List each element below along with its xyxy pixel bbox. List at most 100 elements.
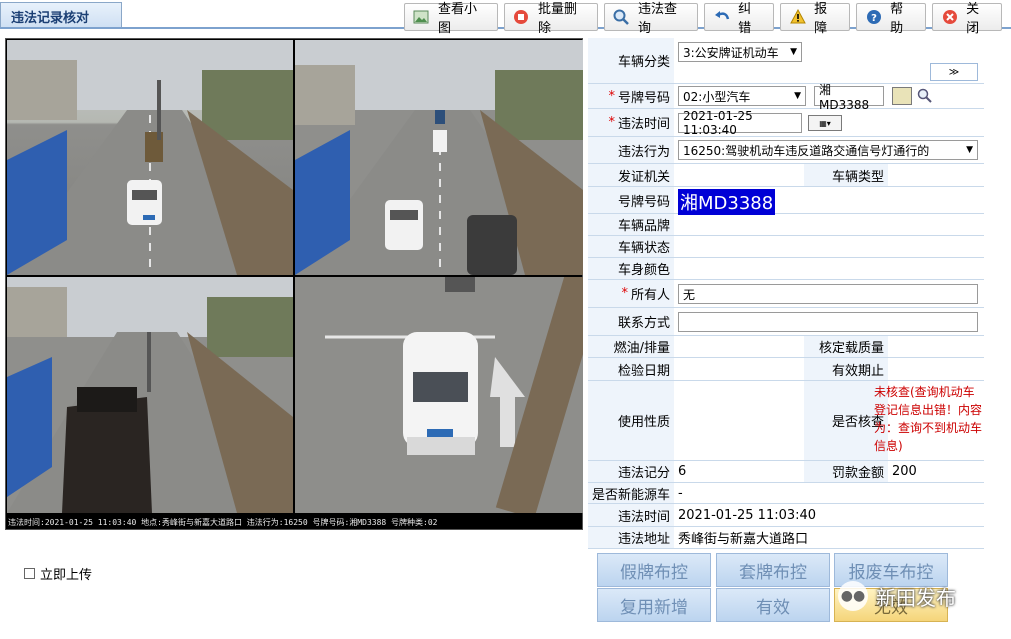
view-thumbnails-label: 查看小图 [437, 2, 477, 36]
row-violation-act: 违法行为 16250:驾驶机动车违反道路交通信号灯通行的 ▼ [588, 137, 984, 164]
label-violation-time-2: 违法时间 [588, 504, 674, 526]
road-scene-3 [7, 277, 293, 513]
upload-now-checkbox[interactable]: 立即上传 [24, 564, 92, 583]
violation-query-button[interactable]: 违法查询 [604, 2, 698, 36]
checkbox-box[interactable] [24, 568, 35, 579]
row-inspection: 检验日期 有效期止 [588, 358, 984, 381]
chevron-down-icon: ▼ [794, 91, 801, 101]
row-status: 车辆状态 [588, 236, 984, 258]
view-thumbnails-button[interactable]: 查看小图 [404, 2, 498, 36]
fake-plate-button[interactable]: 假牌布控 [597, 553, 711, 587]
image-icon [413, 8, 430, 26]
chevron-down-icon: ▼ [966, 145, 973, 155]
batch-delete-button[interactable]: 批量删除 [504, 2, 598, 36]
contact-input[interactable] [678, 312, 978, 332]
plate-number-input[interactable]: 湘MD3388 [814, 83, 884, 112]
search-icon[interactable] [917, 88, 933, 108]
stop-icon [513, 8, 530, 26]
label-fuel: 燃油/排量 [588, 336, 674, 357]
close-icon [941, 8, 958, 26]
cloned-plate-button[interactable]: 套牌布控 [716, 553, 830, 587]
label-body-color: 车身颜色 [588, 258, 674, 279]
row-violation-time-2: 违法时间 2021-01-25 11:03:40 [588, 504, 984, 527]
correction-button[interactable]: 纠错 [704, 2, 774, 36]
row-fuel: 燃油/排量 核定载质量 [588, 336, 984, 358]
road-scene-1 [7, 40, 293, 275]
label-fine: 罚款金额 [804, 461, 888, 482]
label-new-energy: 是否新能源车 [588, 483, 674, 503]
row-contact: 联系方式 [588, 308, 984, 336]
close-button[interactable]: 关闭 [932, 2, 1002, 36]
label-plate-display: 号牌号码 [588, 187, 674, 213]
owner-input[interactable]: 无 [678, 284, 978, 304]
batch-delete-label: 批量删除 [537, 2, 577, 36]
correction-label: 纠错 [738, 2, 752, 36]
violation-photo[interactable]: 违法时间:2021-01-25 11:03:40 地点:秀峰街与新嘉大道路口 违… [5, 38, 583, 530]
row-authority: 发证机关 车辆类型 [588, 164, 984, 187]
camera-frame-3 [7, 277, 293, 513]
row-plate-display: 号牌号码 湘MD3388 [588, 187, 984, 215]
label-violation-time: * 违法时间 [588, 109, 674, 136]
close-label: 关闭 [966, 2, 980, 36]
help-button[interactable]: ? 帮助 [856, 2, 926, 36]
magnifier-icon [613, 8, 630, 26]
tab-violation-record-check[interactable]: 违法记录核对 [0, 2, 122, 27]
row-plate-number: * 号牌号码 02:小型汽车 ▼ 湘MD3388 [588, 83, 984, 112]
help-icon: ? [865, 8, 882, 26]
undo-icon [713, 8, 730, 26]
row-brand: 车辆品牌 [588, 214, 984, 236]
row-vehicle-category: 车辆分类 3:公安牌证机动车 ▼ ≫ [588, 38, 984, 84]
verified-status: 未核查(查询机动车登记信息出错！内容为：查询不到机动车信息) [874, 385, 983, 453]
label-brand: 车辆品牌 [588, 214, 674, 235]
row-points: 违法记分 6 罚款金额 200 [588, 461, 984, 483]
expand-button[interactable]: ≫ [930, 63, 978, 81]
row-owner: * 所有人 无 [588, 280, 984, 308]
address-value: 秀峰街与新嘉大道路口 [678, 532, 809, 547]
violation-time-input[interactable]: 2021-01-25 11:03:40 [678, 109, 802, 137]
reuse-add-button[interactable]: 复用新增 [597, 588, 711, 622]
help-label: 帮助 [890, 2, 904, 36]
label-valid-until: 有效期止 [804, 358, 888, 380]
fine-value: 200 [892, 464, 917, 479]
label-owner: * 所有人 [588, 280, 674, 307]
calendar-icon[interactable]: ▦▾ [808, 115, 842, 131]
label-status: 车辆状态 [588, 236, 674, 257]
label-address: 违法地址 [588, 527, 674, 548]
row-new-energy: 是否新能源车 - [588, 483, 984, 504]
report-fault-button[interactable]: 报障 [780, 2, 850, 36]
watermark-text: 新田发布 [876, 585, 956, 610]
label-issuing-authority: 发证机关 [588, 164, 674, 186]
plate-display-value: 湘MD3388 [678, 189, 776, 215]
upload-now-label: 立即上传 [40, 568, 93, 583]
label-rated-load: 核定载质量 [804, 336, 888, 357]
label-vehicle-type: 车辆类型 [804, 164, 888, 186]
camera-info-bar: 违法时间:2021-01-25 11:03:40 地点:秀峰街与新嘉大道路口 违… [6, 513, 582, 529]
label-plate-number: * 号牌号码 [588, 84, 674, 108]
svg-text:?: ? [871, 13, 877, 24]
label-vehicle-category: 车辆分类 [588, 38, 674, 83]
row-violation-time: * 违法时间 2021-01-25 11:03:40 ▦▾ [588, 109, 984, 137]
road-scene-4 [295, 277, 583, 513]
watermark: ●● 新田发布 [838, 581, 956, 611]
road-scene-2 [295, 40, 583, 275]
vehicle-category-select[interactable]: 3:公安牌证机动车 ▼ [678, 42, 802, 62]
double-chevron-down-icon: ≫ [948, 66, 960, 78]
valid-button[interactable]: 有效 [716, 588, 830, 622]
report-fault-label: 报障 [814, 2, 828, 36]
points-value: 6 [678, 464, 687, 479]
violation-time-2-value: 2021-01-25 11:03:40 [678, 507, 817, 523]
row-color: 车身颜色 [588, 258, 984, 280]
label-inspection-date: 检验日期 [588, 358, 674, 380]
chevron-down-icon: ▼ [790, 47, 797, 57]
new-energy-value: - [678, 485, 683, 501]
camera-frame-4 [295, 277, 583, 513]
plate-type-select[interactable]: 02:小型汽车 ▼ [678, 86, 806, 106]
label-points: 违法记分 [588, 461, 674, 482]
label-violation-act: 违法行为 [588, 137, 674, 163]
plate-keyboard-icon[interactable] [892, 87, 912, 105]
row-usage: 使用性质 是否核查 未核查(查询机动车登记信息出错！内容为：查询不到机动车信息) [588, 381, 984, 461]
wechat-icon: ●● [838, 581, 868, 611]
violation-act-select[interactable]: 16250:驾驶机动车违反道路交通信号灯通行的 ▼ [678, 140, 978, 160]
row-address: 违法地址 秀峰街与新嘉大道路口 [588, 527, 984, 549]
warning-icon [789, 8, 806, 26]
